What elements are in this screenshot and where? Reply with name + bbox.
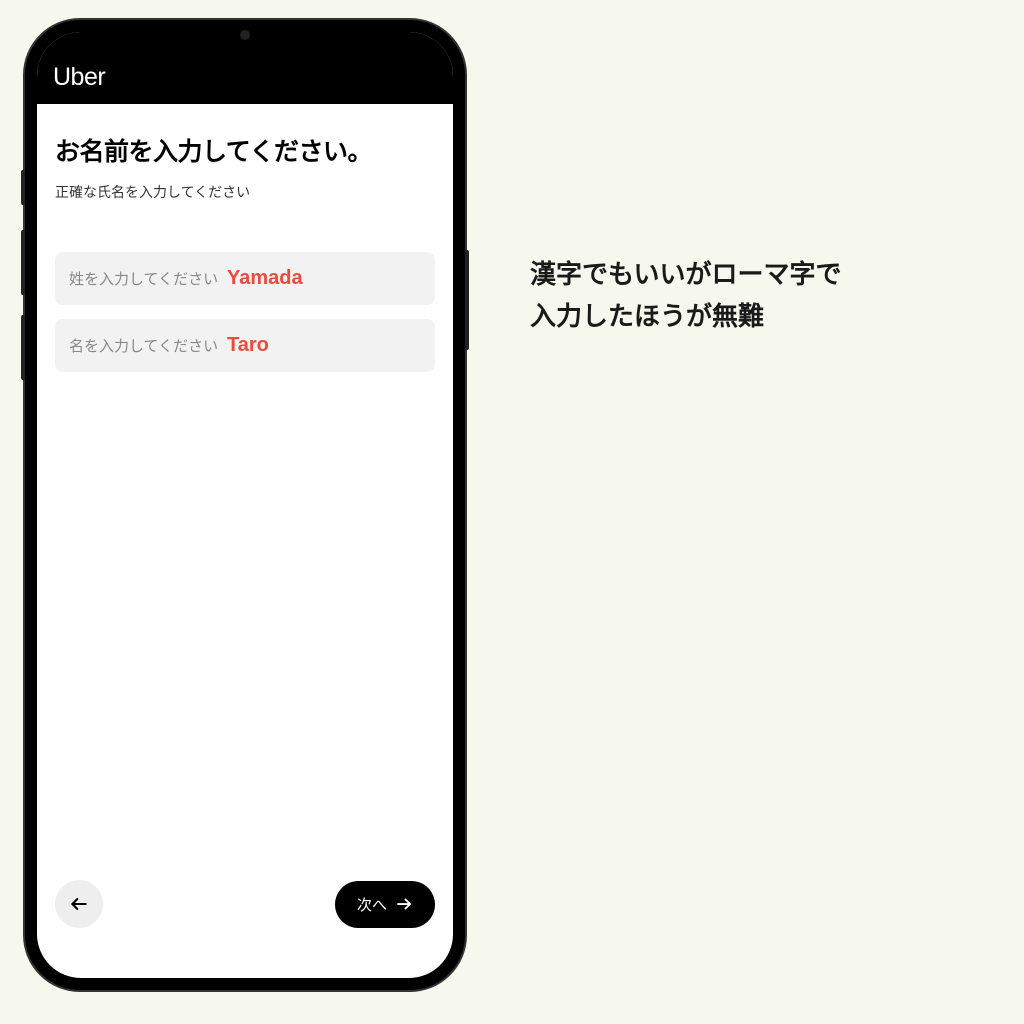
phone-power-button [465, 250, 469, 350]
next-button[interactable]: 次へ [335, 881, 435, 928]
footer-nav: 次へ [37, 880, 453, 978]
lastname-placeholder: 姓を入力してください [69, 268, 227, 289]
phone-notch [175, 20, 315, 50]
phone-frame: Uber お名前を入力してください。 正確な氏名を入力してください 姓を入力して… [25, 20, 465, 990]
annotation-text: 漢字でもいいがローマ字で 入力したほうが無難 [530, 254, 841, 337]
arrow-left-icon [69, 894, 89, 914]
phone-camera-dot [240, 30, 250, 40]
page-title: お名前を入力してください。 [55, 132, 435, 168]
firstname-input[interactable]: 名を入力してください Taro [55, 319, 435, 372]
phone-side-button [21, 170, 25, 205]
firstname-value: Taro [227, 334, 269, 357]
lastname-value: Yamada [227, 267, 303, 290]
page-subtitle: 正確な氏名を入力してください [55, 182, 435, 202]
content-area: お名前を入力してください。 正確な氏名を入力してください 姓を入力してください … [37, 104, 453, 880]
back-button[interactable] [55, 880, 103, 928]
uber-logo: Uber [53, 63, 105, 92]
lastname-input[interactable]: 姓を入力してください Yamada [55, 252, 435, 305]
phone-volume-up [21, 230, 25, 295]
arrow-right-icon [395, 895, 413, 913]
firstname-placeholder: 名を入力してください [69, 335, 227, 356]
phone-volume-down [21, 315, 25, 380]
phone-screen: Uber お名前を入力してください。 正確な氏名を入力してください 姓を入力して… [37, 32, 453, 978]
next-button-label: 次へ [357, 894, 387, 915]
